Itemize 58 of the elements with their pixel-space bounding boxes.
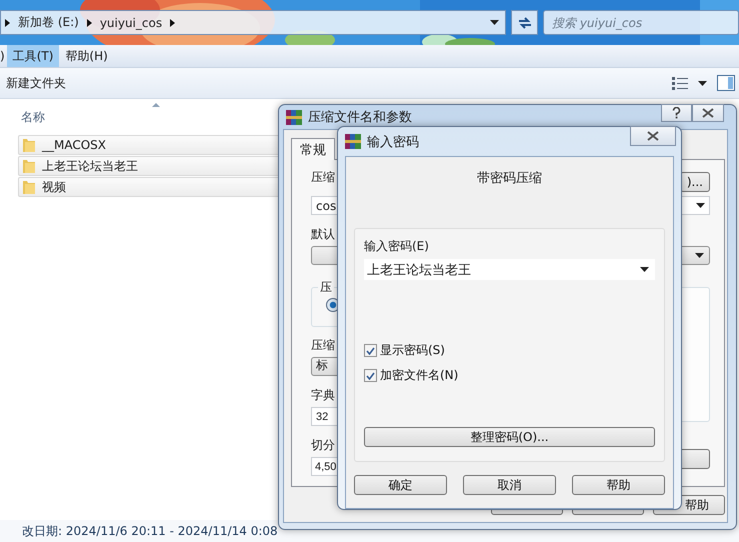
caret-icon [695, 253, 704, 258]
checkbox[interactable] [364, 369, 377, 382]
folder-icon [22, 180, 36, 194]
folder-icon [22, 138, 36, 152]
help-button[interactable] [661, 104, 692, 122]
close-button[interactable] [630, 126, 676, 146]
caret-icon [490, 20, 499, 25]
books-icon [286, 110, 302, 124]
triangle-icon [170, 18, 176, 26]
list-view-icon[interactable] [672, 76, 688, 90]
refresh-icon [516, 16, 532, 30]
dialog-button[interactable]: 帮助 [572, 475, 665, 495]
close-icon [647, 131, 659, 141]
caret-icon [696, 203, 705, 208]
checkbox-option[interactable]: 加密文件名(N) [364, 367, 655, 384]
new-folder-button[interactable]: 新建文件夹 [6, 74, 66, 92]
refresh-button[interactable] [511, 10, 538, 35]
organize-passwords-button[interactable]: 整理密码(O)... [364, 427, 655, 447]
books-icon [345, 134, 361, 149]
group-label: 压 [318, 280, 334, 295]
field-label: 输入密码(E) [364, 239, 429, 254]
address-bar[interactable]: 新加卷 (E:) yuiyui_cos [0, 10, 506, 35]
checkbox-option[interactable]: 显示密码(S) [364, 342, 655, 359]
menu-item[interactable]: 帮助(H) [59, 45, 114, 67]
status-text: 改日期: 2024/11/6 20:11 - 2024/11/14 0:08 [22, 522, 278, 540]
breadcrumb-item[interactable]: 新加卷 (E:) [18, 14, 79, 31]
password-field[interactable]: 上老王论坛当老王 [364, 259, 655, 280]
search-field[interactable]: 搜索 yuiyui_cos [543, 10, 739, 35]
tab[interactable]: 常规 [291, 138, 335, 160]
folder-row[interactable]: __MACOSX [18, 135, 280, 155]
field-label: 切分 [311, 438, 335, 453]
field-label: 压缩 [311, 338, 335, 353]
menu-item[interactable]: ) [0, 45, 7, 67]
field-label: 字典 [311, 388, 335, 403]
preview-pane-icon[interactable] [717, 75, 735, 91]
triangle-icon [86, 18, 92, 26]
field-label: 默认 [311, 227, 335, 242]
menu-item[interactable]: 工具(T) [6, 45, 60, 67]
close-icon [702, 108, 714, 118]
dialog-button[interactable]: 确定 [354, 475, 447, 495]
folder-row[interactable]: 上老王论坛当老王 [18, 156, 280, 176]
dialog-title: 压缩文件名和参数 [308, 109, 412, 126]
checkbox[interactable] [364, 344, 377, 357]
dialog-heading: 带密码压缩 [477, 171, 542, 186]
field-label: 压缩 [311, 170, 335, 185]
close-button[interactable] [692, 104, 724, 122]
breadcrumb-item[interactable]: yuiyui_cos [100, 16, 162, 30]
help-icon [672, 107, 681, 119]
caret-icon [698, 80, 707, 86]
caret-icon [640, 267, 649, 272]
triangle-icon [5, 18, 10, 26]
column-header[interactable]: 名称 [21, 109, 45, 126]
dialog-button[interactable]: 取消 [463, 475, 556, 495]
folder-row[interactable]: 视频 [18, 177, 280, 197]
browse-button[interactable]: )... [680, 172, 710, 192]
dialog-title: 输入密码 [367, 134, 419, 150]
folder-icon [22, 158, 36, 174]
sort-caret-icon [152, 103, 160, 107]
